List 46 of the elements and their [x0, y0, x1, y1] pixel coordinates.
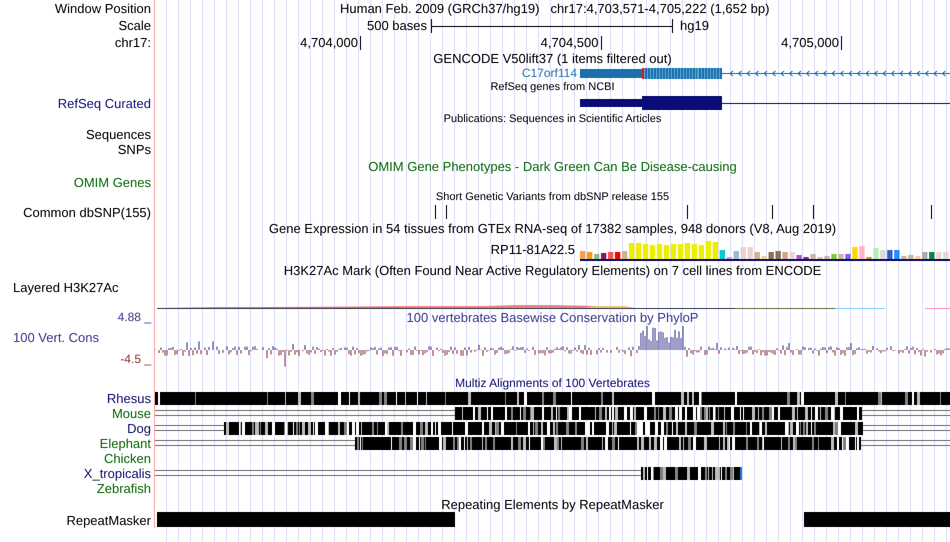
track-label[interactable]: Common dbSNP(155)	[23, 206, 151, 219]
species-label[interactable]: Elephant	[100, 437, 151, 450]
track-title: Gene Expression in 54 tissues from GTEx RNA-seq of 17382 samples, 948 donors (V8, Aug 2019)	[268, 222, 836, 235]
track-title: 100 vertebrates Basewise Conservation by PhyloP	[406, 311, 698, 324]
ruler-tick	[600, 36, 602, 50]
ruler-tick	[841, 36, 842, 50]
repeat-blocks-drawing[interactable]	[157, 512, 950, 528]
track-label[interactable]: Scale	[118, 19, 151, 32]
track-label[interactable]: RefSeq Curated	[58, 96, 151, 110]
gene-label[interactable]: RP11-81A22.5	[155, 243, 575, 256]
track-label[interactable]: Window Position	[54, 2, 151, 15]
gene-model-drawing[interactable]	[580, 96, 950, 110]
ruler-tick-label: 4,704,000	[300, 36, 358, 49]
track-title: RefSeq genes from NCBI	[490, 82, 615, 93]
scale-label: 500 bases	[366, 19, 427, 32]
track-label[interactable]: SNPs	[118, 143, 151, 156]
assembly-text: Human Feb. 2009 (GRCh37/hg19)	[340, 2, 540, 15]
track-label[interactable]: RepeatMasker	[66, 514, 151, 526]
track-title: Publications: Sequences in Scientific Articles	[444, 114, 662, 124]
species-label[interactable]: Mouse	[112, 407, 151, 420]
species-label[interactable]: Rhesus	[106, 392, 151, 405]
ruler-tick-label: 4,705,000	[781, 36, 839, 49]
track-label[interactable]: chr17:	[114, 36, 151, 49]
position-text: chr17:4,703,571-4,705,222 (1,652 bp)	[550, 2, 770, 15]
species-label[interactable]: Zebrafish	[96, 482, 151, 495]
track-title: H3K27Ac Mark (Often Found Near Active Regulatory Elements) on 7 cell lines from ENCODE	[284, 264, 822, 277]
track-label[interactable]: Layered H3K27Ac	[0, 281, 151, 294]
track-label[interactable]: Sequences	[86, 128, 151, 141]
species-label[interactable]: Chicken	[104, 452, 151, 465]
ruler-tick	[360, 36, 361, 50]
signal-drawing[interactable]	[155, 303, 950, 309]
expression-bars-drawing[interactable]	[580, 238, 950, 262]
ruler-tick-label: 4,704,500	[540, 36, 598, 49]
gene-label[interactable]: C17orf114	[155, 67, 577, 79]
db-label: hg19	[680, 19, 709, 32]
axis-max-label: 4.88 _	[118, 310, 151, 325]
species-label[interactable]: X_tropicalis	[84, 467, 151, 480]
track-title: GENCODE V50lift37 (1 items filtered out)	[433, 52, 672, 65]
track-title: Multiz Alignments of 100 Vertebrates	[455, 376, 650, 391]
track-title: Repeating Elements by RepeatMasker	[441, 498, 664, 510]
axis-min-label: -4.5 _	[120, 352, 151, 367]
species-label[interactable]: Dog	[127, 422, 151, 435]
track-label[interactable]: OMIM Genes	[74, 176, 151, 189]
track-title: OMIM Gene Phenotypes - Dark Green Can Be Disease-causing	[368, 160, 737, 172]
track-label[interactable]: 100 Vert. Cons	[0, 331, 99, 344]
track-title: Short Genetic Variants from dbSNP release 155	[436, 192, 670, 203]
